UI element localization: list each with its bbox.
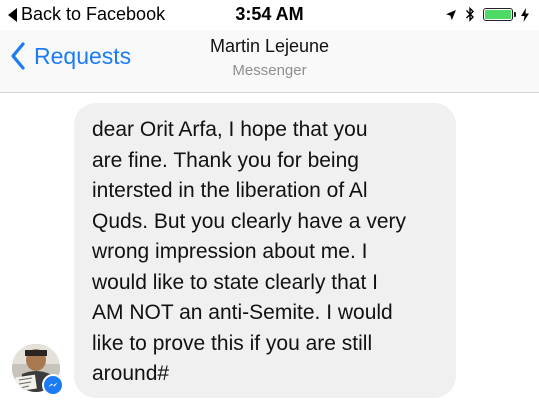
message-line: AM NOT an anti-Semite. I would [92,301,393,324]
message-line: like to prove this if you are still [92,331,373,355]
navigation-bar: Requests Martin Lejeune Messenger [0,30,539,93]
conversation-area[interactable]: dear Orit Arfa, I hope that you are fine… [0,93,539,408]
bluetooth-icon [466,6,474,22]
conversation-subtitle: Messenger [232,62,307,79]
sender-avatar[interactable] [12,344,64,396]
status-icons [445,6,529,23]
message-line: would like to state clearly that I [92,270,378,294]
conversation-title[interactable]: Martin Lejeune [0,36,539,57]
location-arrow-icon [446,9,456,20]
messenger-bolt-icon [48,382,58,387]
battery-level [485,10,511,19]
message-line: Quds. But you clearly have a very [92,209,406,233]
message-line: wrong impression about me. I [92,240,368,263]
message-line: intersted in the liberation of Al [92,179,368,202]
status-bar: Back to Facebook 3:54 AM [0,0,539,30]
battery-icon [483,8,516,21]
messenger-screen: Back to Facebook 3:54 AM Requests Martin… [0,0,539,408]
message-line: around# [92,362,170,385]
charging-bolt-icon [521,7,529,22]
message-line: dear Orit Arfa, I hope that you [92,118,368,141]
battery-nub [514,12,516,17]
message-line: are fine. Thank you for being [92,148,359,172]
message-bubble[interactable]: dear Orit Arfa, I hope that you are fine… [74,103,456,398]
messenger-badge-icon [42,374,64,396]
